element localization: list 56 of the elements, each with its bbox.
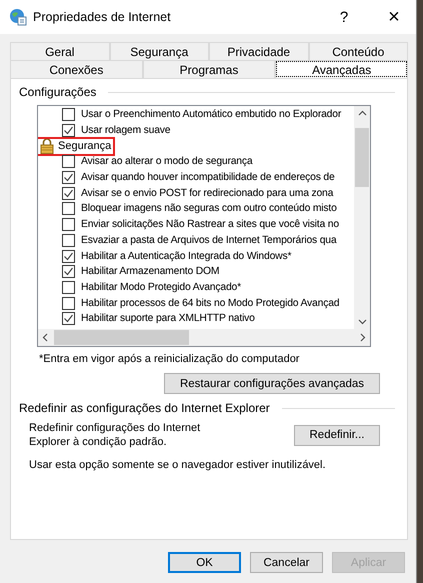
checkbox[interactable] [62, 171, 75, 184]
tab[interactable]: Segurança [110, 42, 209, 60]
warning-text: Usar esta opção somente se o navegador estiver inutilizável. [29, 459, 327, 471]
restore-button[interactable]: Restaurar configurações avançadas [164, 373, 380, 394]
scroll-up-icon[interactable] [358, 110, 366, 116]
scrollbar-thumb[interactable] [355, 128, 369, 186]
option-label: Esvaziar a pasta de Arquivos de Internet Temporários qua [81, 234, 336, 246]
option-label: Habilitar suporte para XMLHTTP nativo [81, 313, 255, 324]
description-text: Redefinir configurações do Internet Explorer à condição padrão. [29, 421, 202, 449]
close-button[interactable]: × [372, 2, 416, 32]
checkbox[interactable] [62, 265, 75, 278]
option-label: Avisar quando houver incompatibilidade de endereços de [81, 172, 335, 184]
checkbox[interactable] [62, 234, 75, 247]
scrollbar-thumb[interactable] [54, 330, 189, 345]
tab[interactable]: Programas [142, 60, 276, 78]
option-label: Bloquear imagens não seguras com outro conteúdo misto [81, 203, 337, 214]
checkbox[interactable] [62, 280, 75, 294]
reset-button[interactable]: Redefinir... [294, 424, 380, 446]
checkbox[interactable] [62, 312, 75, 326]
checkbox[interactable] [62, 186, 75, 200]
tab[interactable]: Conteúdo [308, 42, 408, 60]
scroll-right-icon[interactable] [360, 333, 366, 342]
tab[interactable]: Privacidade [209, 42, 308, 60]
checkbox[interactable] [62, 202, 75, 216]
option-label: Avisar ao alterar o modo de segurança [81, 156, 252, 168]
scroll-down-icon[interactable] [358, 319, 366, 325]
scroll-left-icon[interactable] [42, 333, 48, 342]
footnote-text: *Entra em vigor após a reinicialização do computador [39, 353, 300, 365]
option-label: Habilitar Modo Protegido Avançado* [81, 282, 241, 293]
dialog-button[interactable]: OK [168, 552, 241, 573]
option-label: Habilitar Armazenamento DOM [81, 266, 220, 278]
checkbox[interactable] [62, 218, 75, 232]
horizontal-scrollbar[interactable] [38, 329, 370, 346]
tab[interactable]: Avançadas [275, 60, 408, 78]
vertical-scrollbar[interactable] [354, 106, 370, 329]
group-title: Redefinir as configurações do Internet Explorer [19, 401, 270, 415]
checkbox[interactable] [62, 155, 75, 168]
option-label: Habilitar a Autenticação Integrada do Windows* [81, 250, 292, 262]
tab[interactable]: Conexões [10, 60, 143, 78]
category-item[interactable]: Segurança [38, 138, 114, 154]
option-label: Usar o Preenchimento Automático embutido no Explorador [81, 109, 342, 120]
option-label: Usar rolagem suave [81, 125, 170, 136]
option-label: Enviar solicitações Não Rastrear a sites que você visita no [81, 219, 339, 230]
window-title: Propriedades de Internet [33, 10, 171, 24]
globe-icon [9, 8, 27, 26]
checkbox[interactable] [62, 124, 75, 138]
checkbox[interactable] [62, 108, 75, 122]
group-title: Configurações [19, 85, 96, 99]
option-label: Habilitar processos de 64 bits no Modo Protegido Avançad [81, 298, 340, 309]
checkbox[interactable] [62, 296, 75, 310]
tab[interactable]: Geral [10, 42, 110, 60]
padlock-icon [40, 138, 54, 154]
dialog-button[interactable]: Cancelar [250, 552, 323, 573]
option-label: Avisar se o envio POST for redirecionado para uma zona [81, 188, 334, 199]
help-button[interactable]: ? [322, 2, 366, 32]
checkbox[interactable] [62, 250, 75, 263]
